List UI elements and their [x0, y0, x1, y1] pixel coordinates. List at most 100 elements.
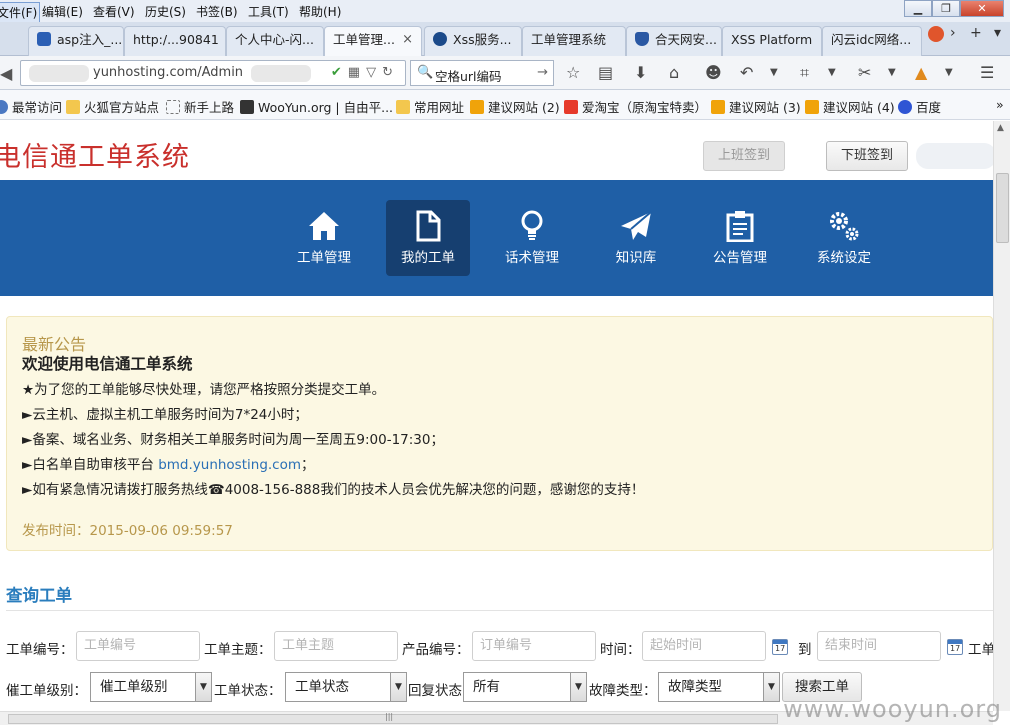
- nav-system-settings[interactable]: 系统设定: [802, 200, 886, 276]
- bookmark-suggested-2[interactable]: 建议网站 (2): [470, 97, 560, 116]
- dropdown-icon[interactable]: ▼: [888, 67, 896, 78]
- gears-icon: [830, 212, 859, 241]
- tab-xss-service[interactable]: Xss服务...: [424, 26, 522, 56]
- dropdown-icon[interactable]: ▼: [770, 67, 778, 78]
- nav-my-tickets[interactable]: 我的工单: [386, 200, 470, 276]
- back-icon[interactable]: ◀: [0, 64, 12, 83]
- nav-announcement-management[interactable]: 公告管理: [698, 200, 782, 276]
- menu-bookmarks[interactable]: 书签(B): [194, 2, 240, 21]
- download-icon[interactable]: ⬇: [634, 63, 647, 82]
- start-time-input[interactable]: 起始时间: [642, 631, 766, 661]
- reply-status-select[interactable]: 所有 ▼: [463, 672, 587, 702]
- status-select[interactable]: 工单状态 ▼: [285, 672, 407, 702]
- tab-label: asp注入_...: [57, 32, 123, 47]
- tab-shanyun[interactable]: 闪云idc网络...: [822, 26, 922, 56]
- tab-ticket-management[interactable]: 工单管理... ×: [324, 26, 422, 57]
- tab-label: Xss服务...: [453, 32, 512, 47]
- bookmark-getting-started[interactable]: 新手上路: [166, 97, 234, 116]
- divider: [6, 610, 993, 611]
- publish-time: 发布时间：2015-09-06 09:59:57: [22, 523, 233, 539]
- window-close-button[interactable]: ✕: [960, 0, 1004, 17]
- scroll-up-icon[interactable]: ▲: [997, 123, 1004, 133]
- bookmark-common-sites[interactable]: 常用网址: [396, 97, 464, 116]
- clock-in-button[interactable]: 上班签到: [703, 141, 785, 171]
- home-icon: [309, 212, 339, 240]
- tab-hetian[interactable]: 合天网安...: [626, 26, 722, 56]
- addon-icon[interactable]: ▲: [915, 63, 927, 82]
- undo-icon[interactable]: ↶: [740, 63, 753, 82]
- search-icon: 🔍: [417, 65, 434, 80]
- bookmarks-overflow-icon[interactable]: »: [996, 97, 1004, 112]
- time-label: 时间：: [600, 642, 641, 658]
- nav-ticket-management[interactable]: 工单管理: [282, 200, 366, 276]
- menu-file[interactable]: 文件(F): [0, 2, 41, 23]
- bookmark-most-visited[interactable]: 最常访问: [0, 97, 62, 116]
- announcement-line: ★为了您的工单能够尽快处理，请您严格按照分类提交工单。: [22, 382, 386, 398]
- bing-icon: [711, 100, 725, 114]
- extension-icon[interactable]: ✂: [858, 63, 871, 82]
- restore-button[interactable]: ❐: [932, 0, 960, 17]
- calendar-icon[interactable]: 17: [947, 639, 963, 655]
- bookmark-suggested-3[interactable]: 建议网站 (3): [711, 97, 801, 116]
- bookmark-taobao[interactable]: 爱淘宝（原淘宝特卖）: [564, 97, 707, 116]
- to-label: 到: [798, 642, 812, 658]
- bookmark-baidu[interactable]: 百度: [898, 97, 941, 116]
- ticket-no-label: 工单编号：: [6, 642, 74, 658]
- folder-icon: [396, 100, 410, 114]
- bookmark-label: 百度: [916, 100, 942, 115]
- nav-knowledge-base[interactable]: 知识库: [594, 200, 678, 276]
- url-bar[interactable]: yunhosting.com/Admin ✔▦▽↻: [20, 60, 406, 86]
- scroll-thumb[interactable]: [996, 173, 1009, 243]
- tab-label: 工单管理系统: [531, 32, 607, 47]
- tab-close-icon[interactable]: ×: [402, 27, 413, 53]
- tab-scroll-right-icon[interactable]: ›: [950, 25, 956, 41]
- product-no-input[interactable]: 订单编号: [472, 631, 596, 661]
- menu-tools[interactable]: 工具(T): [246, 2, 291, 21]
- new-tab-icon[interactable]: +: [970, 25, 982, 41]
- dropdown-icon[interactable]: ▼: [945, 67, 953, 78]
- menu-view[interactable]: 查看(V): [91, 2, 137, 21]
- home-icon[interactable]: ⌂: [669, 63, 679, 82]
- search-go-icon[interactable]: →: [537, 65, 548, 80]
- end-time-input[interactable]: 结束时间: [817, 631, 941, 661]
- tab-ticket-system[interactable]: 工单管理系统: [522, 26, 626, 56]
- clock-out-button[interactable]: 下班签到: [826, 141, 908, 171]
- tab-list-icon[interactable]: ▾: [994, 25, 1001, 41]
- minimize-button[interactable]: ▁: [904, 0, 932, 17]
- nav-label: 公告管理: [713, 250, 767, 266]
- bookmark-firefox-official[interactable]: 火狐官方站点: [66, 97, 159, 116]
- search-bar[interactable]: 🔍 空格url编码 →: [410, 60, 554, 86]
- menu-icon[interactable]: ☰: [980, 63, 994, 82]
- chat-icon[interactable]: ☻: [705, 63, 722, 82]
- tab-xss-platform[interactable]: XSS Platform: [722, 26, 822, 56]
- bookmark-suggested-4[interactable]: 建议网站 (4): [805, 97, 895, 116]
- bookmark-wooyun[interactable]: WooYun.org | 自由平...: [240, 97, 393, 116]
- fault-type-select[interactable]: 故障类型 ▼: [658, 672, 780, 702]
- urge-level-select[interactable]: 催工单级别 ▼: [90, 672, 212, 702]
- nav-script-management[interactable]: 话术管理: [490, 200, 574, 276]
- calendar-icon[interactable]: 17: [772, 639, 788, 655]
- document-icon: [416, 210, 441, 242]
- menu-history[interactable]: 历史(S): [143, 2, 188, 21]
- nav-label: 我的工单: [401, 250, 455, 266]
- nav-label: 系统设定: [817, 250, 871, 266]
- page-icon: [166, 100, 180, 114]
- dropdown-icon[interactable]: ▼: [828, 67, 836, 78]
- vertical-scrollbar[interactable]: ▲: [993, 121, 1010, 711]
- menu-help[interactable]: 帮助(H): [297, 2, 343, 21]
- tab-personal-center[interactable]: 个人中心-闪...: [226, 26, 324, 56]
- ticket-no-input[interactable]: 工单编号: [76, 631, 200, 661]
- subject-input[interactable]: 工单主题: [274, 631, 398, 661]
- crop-icon[interactable]: ⌗: [800, 63, 809, 83]
- tab-asp-injection[interactable]: asp注入_...: [28, 26, 124, 56]
- menu-edit[interactable]: 编辑(E): [40, 2, 85, 21]
- whitelist-link[interactable]: bmd.yunhosting.com: [158, 457, 301, 473]
- ticket-more-label: 工单: [968, 642, 993, 658]
- tab-http[interactable]: http:/...90841: [124, 26, 226, 56]
- bookmarks-bar: 最常访问 火狐官方站点 新手上路 WooYun.org | 自由平... 常用网…: [0, 90, 1010, 120]
- reading-list-icon[interactable]: ▤: [598, 63, 613, 82]
- dropdown-icon: ▽: [366, 65, 383, 80]
- chevron-down-icon: ▼: [195, 673, 211, 701]
- select-value: 所有: [473, 679, 500, 695]
- star-icon[interactable]: ☆: [566, 63, 580, 82]
